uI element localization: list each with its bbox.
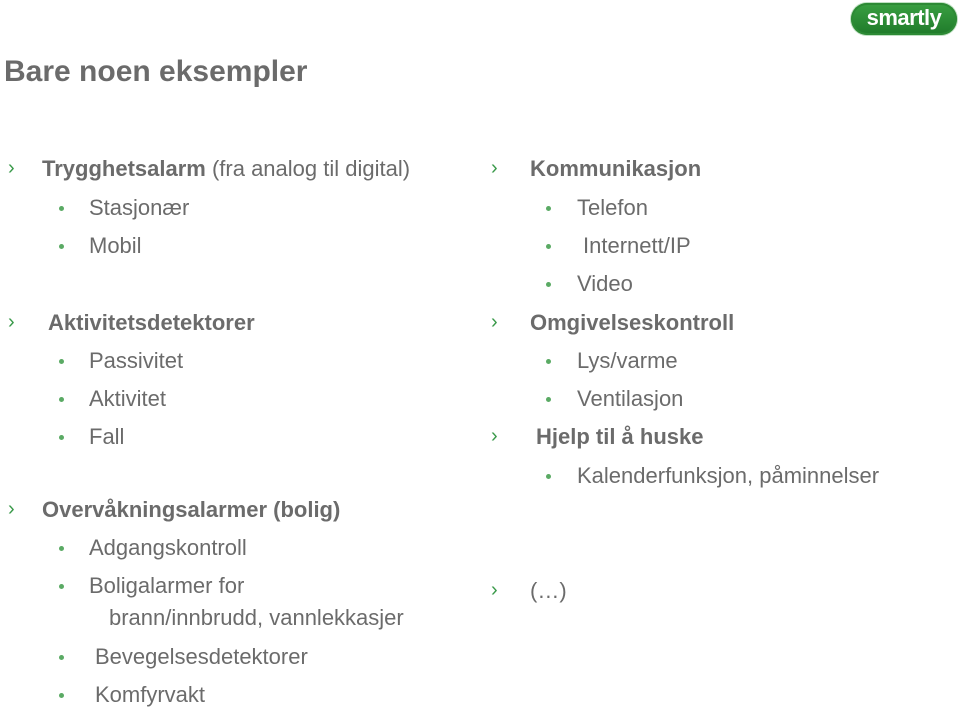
list-item: Lys/varme xyxy=(577,348,678,373)
list-item-continuation: brann/innbrudd, vannlekkasjer xyxy=(109,605,404,630)
chevron-right-icon: › xyxy=(491,579,498,601)
bullet-icon xyxy=(59,206,64,211)
list-item: Mobil xyxy=(89,233,142,258)
bullet-icon xyxy=(59,435,64,440)
chevron-right-icon: › xyxy=(8,157,15,179)
bullet-icon xyxy=(59,584,64,589)
list-item: Bevegelsesdetektorer xyxy=(95,644,308,669)
bullet-icon xyxy=(546,359,551,364)
section-heading: Overvåkningsalarmer (bolig) xyxy=(42,497,341,522)
list-item: Telefon xyxy=(577,195,648,220)
bullet-icon xyxy=(59,546,64,551)
list-item: Kalenderfunksjon, påminnelser xyxy=(577,463,880,488)
page-title: Bare noen eksempler xyxy=(4,55,308,88)
section-heading: Kommunikasjon xyxy=(530,156,702,181)
list-item: Internett/IP xyxy=(583,233,691,258)
chevron-right-icon: › xyxy=(8,311,15,333)
bullet-icon xyxy=(546,244,551,249)
ellipsis-item: (…) xyxy=(530,578,567,603)
bullet-icon xyxy=(546,206,551,211)
smartly-logo: smartly xyxy=(851,3,957,35)
chevron-right-icon: › xyxy=(491,311,498,333)
section-heading: Aktivitetsdetektorer xyxy=(48,310,255,335)
chevron-right-icon: › xyxy=(8,498,15,520)
list-item: Aktivitet xyxy=(89,386,167,411)
logo-text: smartly xyxy=(866,5,942,30)
list-item: Adgangskontroll xyxy=(89,535,247,560)
bullet-icon xyxy=(59,397,64,402)
section-heading: Omgivelseskontroll xyxy=(530,310,735,335)
list-item: Passivitet xyxy=(89,348,184,373)
section-heading: Trygghetsalarm (fra analog til digital) xyxy=(42,156,410,182)
bullet-icon xyxy=(59,655,64,660)
list-item: Boligalarmer for xyxy=(89,573,245,598)
chevron-right-icon: › xyxy=(491,425,498,447)
list-item: Ventilasjon xyxy=(577,386,684,411)
list-item: Stasjonær xyxy=(89,195,190,220)
bullet-icon xyxy=(59,359,64,364)
list-item: Fall xyxy=(89,424,125,449)
list-item: Komfyrvakt xyxy=(95,682,206,707)
list-item: Video xyxy=(577,271,633,296)
bullet-icon xyxy=(59,693,64,698)
section-heading: Hjelp til å huske xyxy=(536,424,704,449)
bullet-icon xyxy=(59,244,64,249)
bullet-icon xyxy=(546,397,551,402)
bullet-icon xyxy=(546,282,551,287)
chevron-right-icon: › xyxy=(491,157,498,179)
bullet-icon xyxy=(546,474,551,479)
heading-suffix: (fra analog til digital) xyxy=(205,156,411,181)
heading-text: Trygghetsalarm xyxy=(42,156,206,181)
